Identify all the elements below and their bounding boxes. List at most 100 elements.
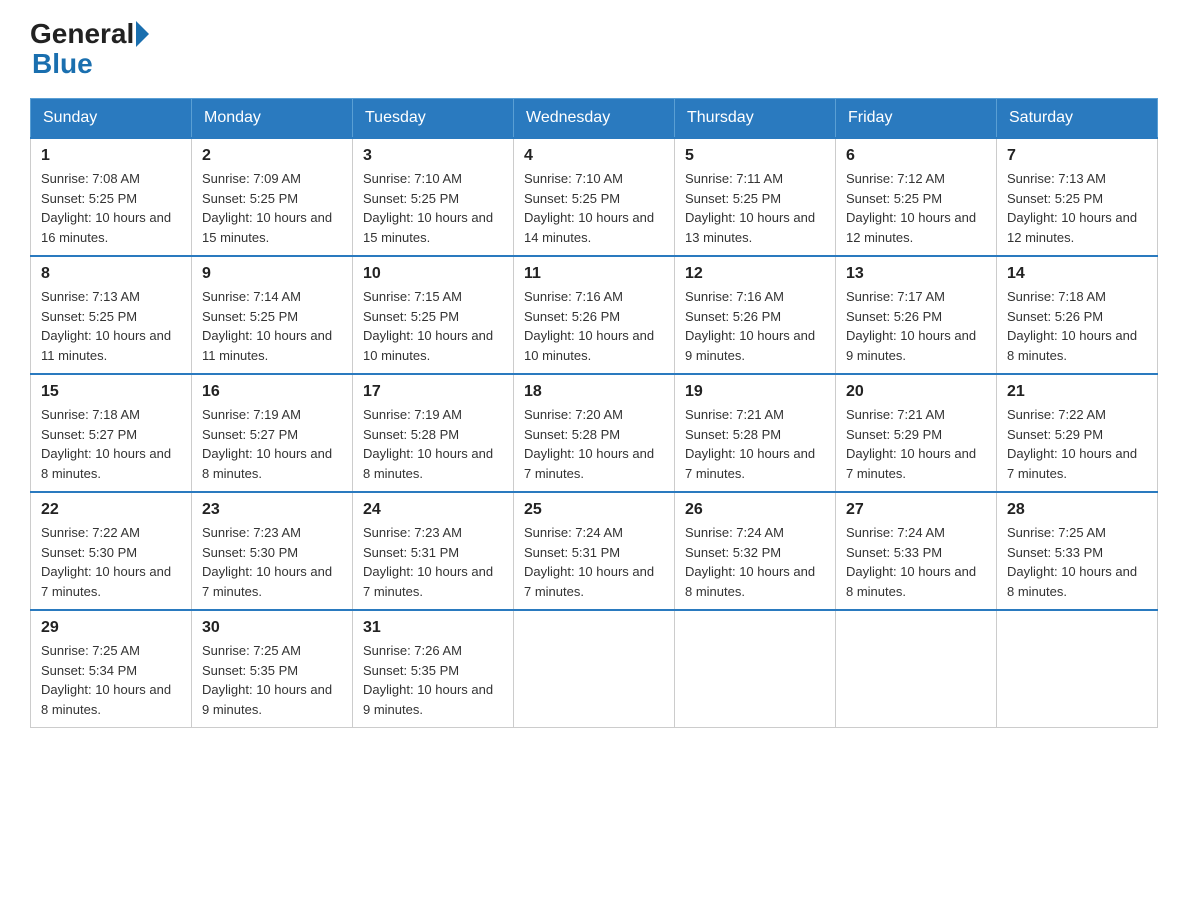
day-info: Sunrise: 7:08 AM Sunset: 5:25 PM Dayligh… — [41, 169, 181, 247]
day-info: Sunrise: 7:16 AM Sunset: 5:26 PM Dayligh… — [524, 287, 664, 365]
day-info: Sunrise: 7:13 AM Sunset: 5:25 PM Dayligh… — [41, 287, 181, 365]
day-info: Sunrise: 7:09 AM Sunset: 5:25 PM Dayligh… — [202, 169, 342, 247]
week-row-5: 29 Sunrise: 7:25 AM Sunset: 5:34 PM Dayl… — [31, 610, 1158, 728]
calendar-cell: 28 Sunrise: 7:25 AM Sunset: 5:33 PM Dayl… — [997, 492, 1158, 610]
day-number: 17 — [363, 383, 503, 401]
logo-general-text: General — [30, 20, 134, 48]
day-info: Sunrise: 7:13 AM Sunset: 5:25 PM Dayligh… — [1007, 169, 1147, 247]
day-number: 12 — [685, 265, 825, 283]
day-number: 15 — [41, 383, 181, 401]
day-info: Sunrise: 7:23 AM Sunset: 5:31 PM Dayligh… — [363, 523, 503, 601]
calendar-cell: 9 Sunrise: 7:14 AM Sunset: 5:25 PM Dayli… — [192, 256, 353, 374]
logo-arrow-icon — [136, 21, 149, 47]
calendar-cell: 14 Sunrise: 7:18 AM Sunset: 5:26 PM Dayl… — [997, 256, 1158, 374]
day-info: Sunrise: 7:19 AM Sunset: 5:27 PM Dayligh… — [202, 405, 342, 483]
calendar-cell: 22 Sunrise: 7:22 AM Sunset: 5:30 PM Dayl… — [31, 492, 192, 610]
calendar-cell: 21 Sunrise: 7:22 AM Sunset: 5:29 PM Dayl… — [997, 374, 1158, 492]
day-info: Sunrise: 7:24 AM Sunset: 5:32 PM Dayligh… — [685, 523, 825, 601]
day-number: 26 — [685, 501, 825, 519]
calendar-cell: 15 Sunrise: 7:18 AM Sunset: 5:27 PM Dayl… — [31, 374, 192, 492]
logo: General Blue — [30, 20, 151, 80]
day-info: Sunrise: 7:18 AM Sunset: 5:27 PM Dayligh… — [41, 405, 181, 483]
day-info: Sunrise: 7:18 AM Sunset: 5:26 PM Dayligh… — [1007, 287, 1147, 365]
calendar-cell: 10 Sunrise: 7:15 AM Sunset: 5:25 PM Dayl… — [353, 256, 514, 374]
calendar-cell: 26 Sunrise: 7:24 AM Sunset: 5:32 PM Dayl… — [675, 492, 836, 610]
calendar-table: SundayMondayTuesdayWednesdayThursdayFrid… — [30, 98, 1158, 728]
calendar-cell: 23 Sunrise: 7:23 AM Sunset: 5:30 PM Dayl… — [192, 492, 353, 610]
day-info: Sunrise: 7:26 AM Sunset: 5:35 PM Dayligh… — [363, 641, 503, 719]
calendar-cell: 30 Sunrise: 7:25 AM Sunset: 5:35 PM Dayl… — [192, 610, 353, 728]
calendar-cell: 29 Sunrise: 7:25 AM Sunset: 5:34 PM Dayl… — [31, 610, 192, 728]
weekday-header-row: SundayMondayTuesdayWednesdayThursdayFrid… — [31, 99, 1158, 139]
day-info: Sunrise: 7:22 AM Sunset: 5:29 PM Dayligh… — [1007, 405, 1147, 483]
day-info: Sunrise: 7:14 AM Sunset: 5:25 PM Dayligh… — [202, 287, 342, 365]
calendar-cell: 17 Sunrise: 7:19 AM Sunset: 5:28 PM Dayl… — [353, 374, 514, 492]
day-number: 6 — [846, 147, 986, 165]
day-number: 29 — [41, 619, 181, 637]
calendar-cell: 13 Sunrise: 7:17 AM Sunset: 5:26 PM Dayl… — [836, 256, 997, 374]
day-number: 14 — [1007, 265, 1147, 283]
calendar-cell: 11 Sunrise: 7:16 AM Sunset: 5:26 PM Dayl… — [514, 256, 675, 374]
calendar-cell: 12 Sunrise: 7:16 AM Sunset: 5:26 PM Dayl… — [675, 256, 836, 374]
calendar-cell: 3 Sunrise: 7:10 AM Sunset: 5:25 PM Dayli… — [353, 138, 514, 256]
week-row-1: 1 Sunrise: 7:08 AM Sunset: 5:25 PM Dayli… — [31, 138, 1158, 256]
calendar-cell: 2 Sunrise: 7:09 AM Sunset: 5:25 PM Dayli… — [192, 138, 353, 256]
day-number: 3 — [363, 147, 503, 165]
day-number: 2 — [202, 147, 342, 165]
calendar-cell — [836, 610, 997, 728]
week-row-4: 22 Sunrise: 7:22 AM Sunset: 5:30 PM Dayl… — [31, 492, 1158, 610]
day-number: 20 — [846, 383, 986, 401]
calendar-cell — [997, 610, 1158, 728]
weekday-header-thursday: Thursday — [675, 99, 836, 139]
day-info: Sunrise: 7:25 AM Sunset: 5:35 PM Dayligh… — [202, 641, 342, 719]
calendar-cell: 27 Sunrise: 7:24 AM Sunset: 5:33 PM Dayl… — [836, 492, 997, 610]
day-number: 30 — [202, 619, 342, 637]
day-number: 22 — [41, 501, 181, 519]
logo-blue-text: Blue — [30, 48, 93, 80]
day-info: Sunrise: 7:24 AM Sunset: 5:33 PM Dayligh… — [846, 523, 986, 601]
calendar-cell: 5 Sunrise: 7:11 AM Sunset: 5:25 PM Dayli… — [675, 138, 836, 256]
day-info: Sunrise: 7:24 AM Sunset: 5:31 PM Dayligh… — [524, 523, 664, 601]
calendar-cell: 8 Sunrise: 7:13 AM Sunset: 5:25 PM Dayli… — [31, 256, 192, 374]
day-number: 24 — [363, 501, 503, 519]
day-number: 5 — [685, 147, 825, 165]
day-info: Sunrise: 7:25 AM Sunset: 5:34 PM Dayligh… — [41, 641, 181, 719]
calendar-cell: 1 Sunrise: 7:08 AM Sunset: 5:25 PM Dayli… — [31, 138, 192, 256]
day-info: Sunrise: 7:21 AM Sunset: 5:29 PM Dayligh… — [846, 405, 986, 483]
calendar-cell: 16 Sunrise: 7:19 AM Sunset: 5:27 PM Dayl… — [192, 374, 353, 492]
weekday-header-friday: Friday — [836, 99, 997, 139]
day-number: 9 — [202, 265, 342, 283]
calendar-cell — [675, 610, 836, 728]
day-number: 1 — [41, 147, 181, 165]
calendar-cell: 25 Sunrise: 7:24 AM Sunset: 5:31 PM Dayl… — [514, 492, 675, 610]
calendar-cell — [514, 610, 675, 728]
day-info: Sunrise: 7:19 AM Sunset: 5:28 PM Dayligh… — [363, 405, 503, 483]
weekday-header-monday: Monday — [192, 99, 353, 139]
day-number: 11 — [524, 265, 664, 283]
day-number: 10 — [363, 265, 503, 283]
day-info: Sunrise: 7:12 AM Sunset: 5:25 PM Dayligh… — [846, 169, 986, 247]
day-number: 27 — [846, 501, 986, 519]
day-number: 18 — [524, 383, 664, 401]
day-number: 4 — [524, 147, 664, 165]
calendar-cell: 6 Sunrise: 7:12 AM Sunset: 5:25 PM Dayli… — [836, 138, 997, 256]
day-number: 28 — [1007, 501, 1147, 519]
weekday-header-sunday: Sunday — [31, 99, 192, 139]
calendar-cell: 4 Sunrise: 7:10 AM Sunset: 5:25 PM Dayli… — [514, 138, 675, 256]
day-info: Sunrise: 7:10 AM Sunset: 5:25 PM Dayligh… — [524, 169, 664, 247]
day-info: Sunrise: 7:22 AM Sunset: 5:30 PM Dayligh… — [41, 523, 181, 601]
day-info: Sunrise: 7:20 AM Sunset: 5:28 PM Dayligh… — [524, 405, 664, 483]
calendar-cell: 18 Sunrise: 7:20 AM Sunset: 5:28 PM Dayl… — [514, 374, 675, 492]
day-number: 25 — [524, 501, 664, 519]
day-info: Sunrise: 7:23 AM Sunset: 5:30 PM Dayligh… — [202, 523, 342, 601]
day-info: Sunrise: 7:15 AM Sunset: 5:25 PM Dayligh… — [363, 287, 503, 365]
day-info: Sunrise: 7:25 AM Sunset: 5:33 PM Dayligh… — [1007, 523, 1147, 601]
week-row-3: 15 Sunrise: 7:18 AM Sunset: 5:27 PM Dayl… — [31, 374, 1158, 492]
weekday-header-tuesday: Tuesday — [353, 99, 514, 139]
day-number: 7 — [1007, 147, 1147, 165]
day-number: 31 — [363, 619, 503, 637]
weekday-header-wednesday: Wednesday — [514, 99, 675, 139]
calendar-cell: 20 Sunrise: 7:21 AM Sunset: 5:29 PM Dayl… — [836, 374, 997, 492]
day-number: 21 — [1007, 383, 1147, 401]
day-info: Sunrise: 7:10 AM Sunset: 5:25 PM Dayligh… — [363, 169, 503, 247]
